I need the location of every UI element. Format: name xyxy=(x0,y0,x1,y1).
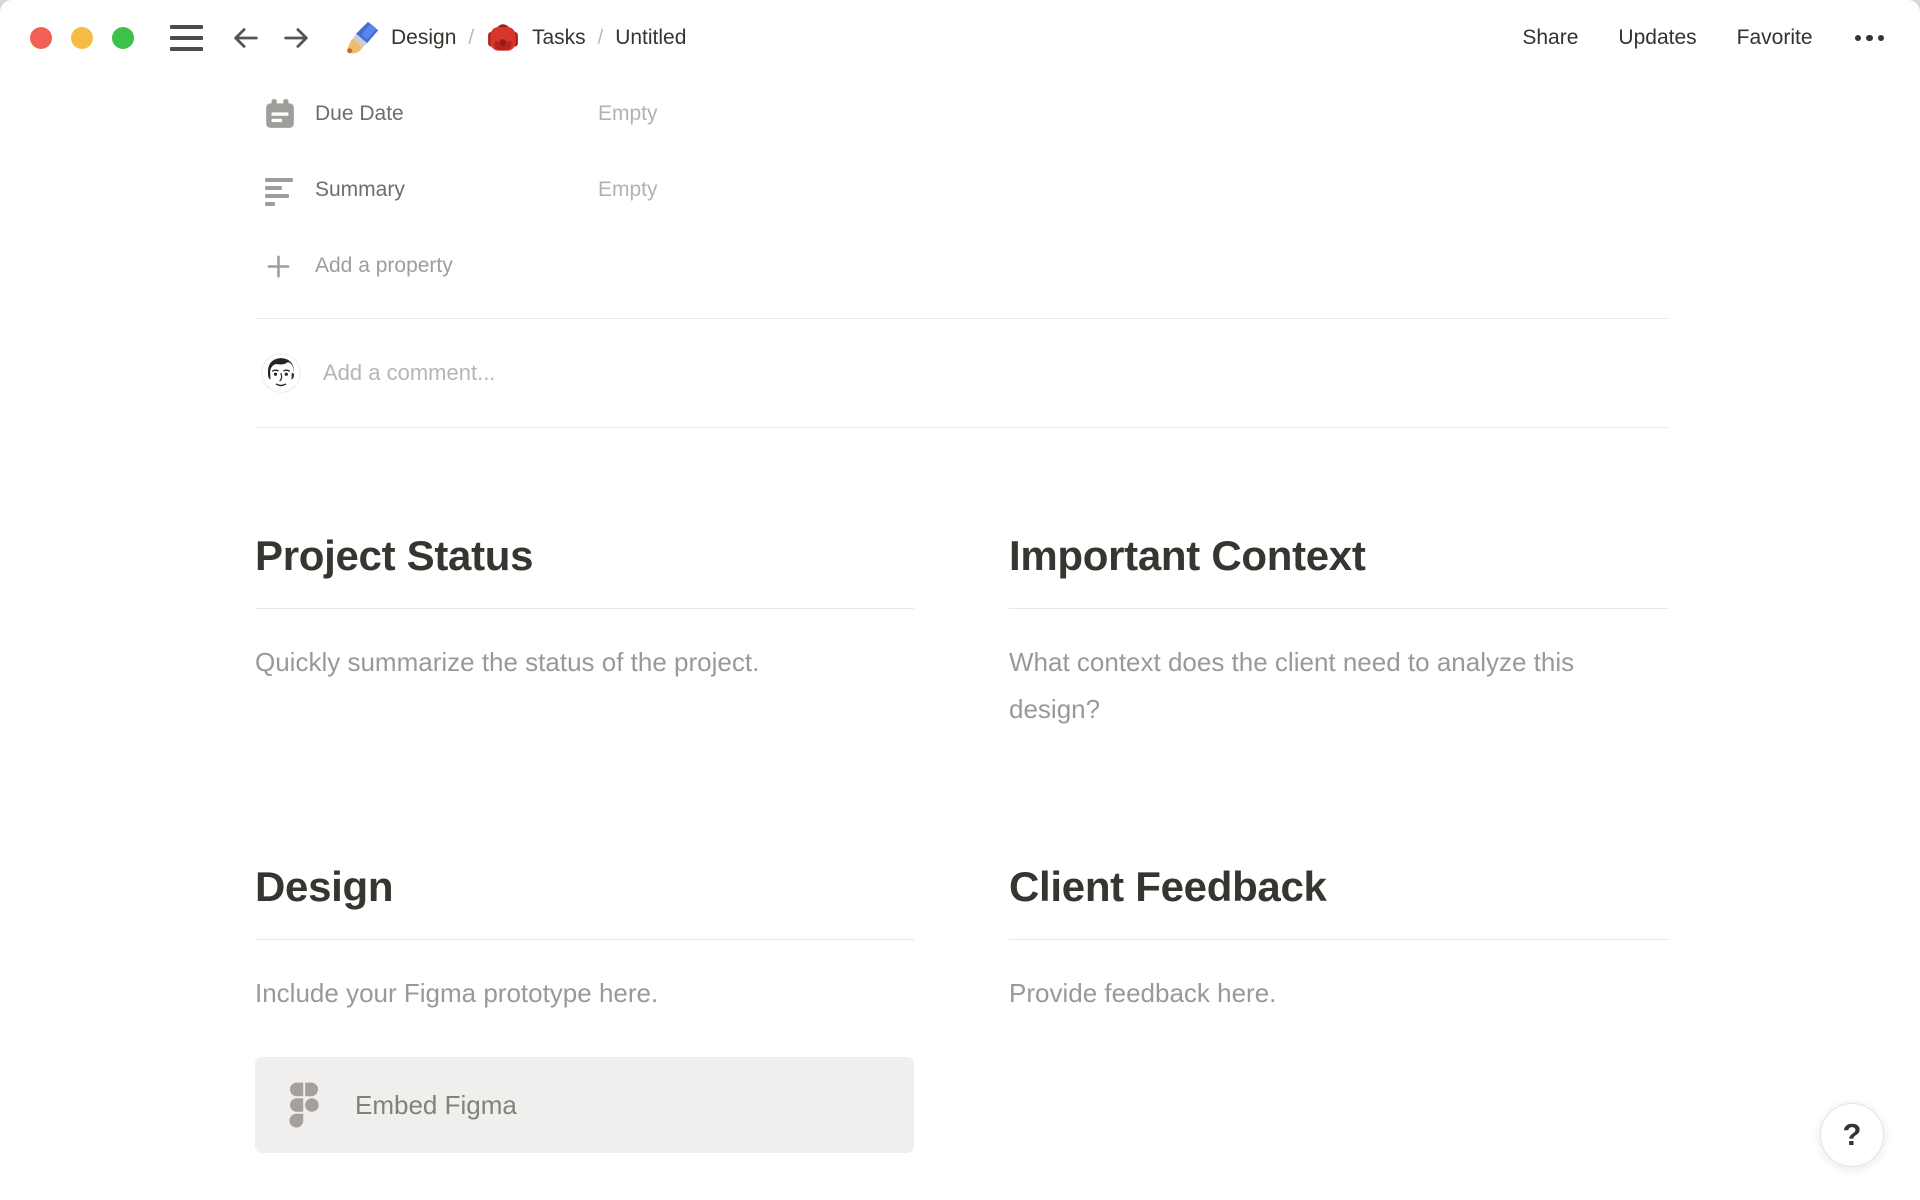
topbar: Design / Tasks / Untitled Share Updates … xyxy=(0,0,1920,76)
paintbrush-icon xyxy=(347,21,379,54)
figma-icon xyxy=(289,1082,319,1128)
window-controls xyxy=(30,27,134,49)
property-value[interactable]: Empty xyxy=(598,178,658,202)
section-client-feedback: Client Feedback Provide feedback here. xyxy=(1009,861,1668,1153)
section-important-context: Important Context What context does the … xyxy=(1009,530,1668,733)
backpack-icon xyxy=(488,24,518,51)
property-row-due-date[interactable]: Due Date Empty xyxy=(255,76,1668,152)
embed-figma-button[interactable]: Embed Figma xyxy=(255,1057,914,1153)
history-nav xyxy=(231,23,311,53)
breadcrumb-item-tasks[interactable]: Tasks xyxy=(478,17,594,59)
calendar-icon xyxy=(266,99,294,128)
plus-icon xyxy=(267,255,290,277)
breadcrumb-item-design[interactable]: Design xyxy=(337,17,464,59)
property-row-summary[interactable]: Summary Empty xyxy=(255,152,1668,228)
section-divider xyxy=(255,608,914,609)
add-property-label: Add a property xyxy=(315,254,453,277)
help-button[interactable]: ? xyxy=(1820,1103,1884,1167)
section-body: Include your Figma prototype here. xyxy=(255,978,659,1008)
breadcrumb: Design / Tasks / Untitled xyxy=(337,17,694,59)
comment-input[interactable]: Add a comment... xyxy=(255,318,1668,428)
more-options-icon[interactable] xyxy=(1853,29,1887,48)
section-divider xyxy=(1009,608,1668,609)
section-body: Quickly summarize the status of the proj… xyxy=(255,647,760,677)
updates-button[interactable]: Updates xyxy=(1618,26,1696,50)
breadcrumb-separator: / xyxy=(597,26,604,49)
section-title: Client Feedback xyxy=(1009,863,1327,910)
breadcrumb-separator: / xyxy=(468,26,474,49)
breadcrumb-label: Design xyxy=(391,26,457,49)
add-property-button[interactable]: Add a property xyxy=(255,228,1668,304)
close-window-button[interactable] xyxy=(30,27,52,49)
topbar-actions: Share Updates Favorite xyxy=(1522,26,1886,50)
section-design: Design Include your Figma prototype here… xyxy=(255,861,914,1153)
property-label: Due Date xyxy=(315,102,404,125)
section-title: Design xyxy=(255,863,394,910)
breadcrumb-item-untitled[interactable]: Untitled xyxy=(607,22,694,54)
section-project-status: Project Status Quickly summarize the sta… xyxy=(255,530,914,733)
breadcrumb-label: Tasks xyxy=(531,26,586,49)
back-arrow-icon[interactable] xyxy=(231,23,261,53)
section-title: Project Status xyxy=(255,532,534,579)
section-divider xyxy=(1009,939,1668,940)
sections-grid: Project Status Quickly summarize the sta… xyxy=(255,530,1668,1153)
comment-placeholder: Add a comment... xyxy=(323,360,496,385)
sidebar-menu-icon[interactable] xyxy=(170,25,203,51)
properties-section: Due Date Empty Summary Empty Add a prope… xyxy=(255,76,1668,304)
favorite-button[interactable]: Favorite xyxy=(1737,26,1813,50)
embed-figma-label: Embed Figma xyxy=(355,1089,517,1120)
user-avatar xyxy=(261,353,301,393)
breadcrumb-label: Untitled xyxy=(615,26,687,49)
zoom-window-button[interactable] xyxy=(112,27,134,49)
property-value[interactable]: Empty xyxy=(598,102,658,126)
text-lines-icon xyxy=(265,178,293,206)
notion-window: Design / Tasks / Untitled Share Updates … xyxy=(0,0,1920,1200)
share-button[interactable]: Share xyxy=(1522,26,1578,50)
page-content: Due Date Empty Summary Empty Add a prope… xyxy=(255,76,1668,1153)
section-body: Provide feedback here. xyxy=(1009,978,1277,1008)
section-divider xyxy=(255,939,914,940)
minimize-window-button[interactable] xyxy=(71,27,93,49)
property-label: Summary xyxy=(315,178,405,201)
section-title: Important Context xyxy=(1009,532,1366,579)
forward-arrow-icon[interactable] xyxy=(281,23,311,53)
section-body: What context does the client need to ana… xyxy=(1009,647,1575,724)
